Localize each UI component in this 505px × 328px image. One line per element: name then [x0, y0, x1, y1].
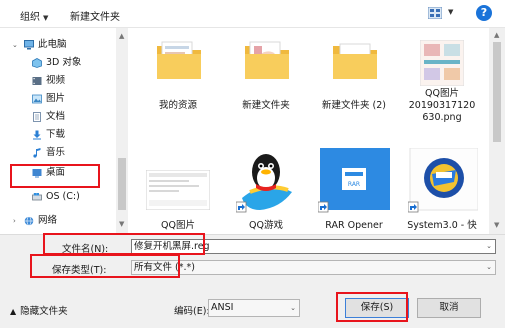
file-item-folder[interactable]: 新建文件夹: [224, 38, 308, 128]
new-folder-button[interactable]: 新建文件夹: [70, 8, 120, 23]
nav-item-music[interactable]: 音乐: [0, 144, 116, 162]
nav-item-os-drive[interactable]: OS (C:): [0, 188, 116, 206]
file-list-scrollbar[interactable]: ▲ ▼: [489, 28, 505, 234]
download-icon: [33, 130, 41, 140]
command-toolbar: 组织 ▼ 新建文件夹 ▼ ?: [0, 0, 505, 28]
nav-item-3d-objects[interactable]: 3D 对象: [0, 54, 116, 72]
file-name: 新建文件夹: [242, 100, 290, 111]
chevron-down-icon[interactable]: ⌄: [290, 300, 296, 316]
file-name: 新建文件夹 (2): [322, 100, 386, 111]
scroll-up-arrow-icon[interactable]: ▲: [119, 32, 124, 40]
encoding-select[interactable]: ANSI ⌄: [208, 299, 300, 317]
chevron-down-icon[interactable]: ⌄: [12, 36, 18, 54]
file-name-line: 20190317120: [408, 100, 476, 111]
nav-scrollbar[interactable]: ▲ ▼: [116, 28, 128, 234]
nav-item-documents[interactable]: 文档: [0, 108, 116, 126]
nav-label: 下载: [46, 129, 66, 140]
file-name: QQ图片: [161, 220, 195, 231]
nav-item-this-pc[interactable]: ⌄ 此电脑: [0, 36, 116, 54]
encoding-label: 编码(E):: [174, 306, 210, 317]
organize-menu[interactable]: 组织 ▼: [20, 8, 48, 23]
file-item-shortcut[interactable]: System3.0 - 快: [400, 148, 484, 234]
network-icon: [24, 216, 34, 226]
scroll-down-arrow-icon[interactable]: ▼: [119, 220, 124, 228]
navigation-pane: ⌄ 此电脑 3D 对象 视频 图片 文档 下载 音乐 桌面 OS (C:) › …: [0, 28, 128, 234]
nav-label: 此电脑: [38, 39, 67, 50]
file-list: 我的资源 新建文件夹 新建文件夹 (2) QQ图片 20190317120 63…: [128, 28, 489, 234]
file-item-folder[interactable]: 新建文件夹 (2): [312, 38, 396, 128]
scroll-up-arrow-icon[interactable]: ▲: [494, 31, 499, 39]
file-item-shortcut[interactable]: QQ游戏: [224, 148, 308, 234]
nav-label: 音乐: [46, 147, 66, 158]
folder-icon: [333, 43, 377, 79]
help-button[interactable]: ?: [476, 5, 492, 21]
save-highlight-box: [336, 292, 408, 322]
file-name-line: 630.png: [422, 112, 462, 123]
chevron-down-icon[interactable]: ⌄: [486, 240, 492, 253]
nav-label: 网络: [38, 215, 58, 226]
image-thumbnail-icon: [420, 40, 464, 86]
nav-label: OS (C:): [46, 191, 80, 202]
nav-scroll-thumb[interactable]: [118, 158, 126, 210]
svg-text:RAR: RAR: [348, 181, 360, 188]
qq-game-penguin-icon: [236, 154, 292, 213]
nav-label: 图片: [46, 93, 66, 104]
file-item-folder[interactable]: 我的资源: [136, 38, 220, 128]
chevron-right-icon[interactable]: ›: [13, 212, 16, 230]
chevron-down-icon: ▼: [43, 14, 49, 22]
file-item-shortcut[interactable]: RAR RAR Opener: [312, 148, 396, 234]
file-name: RAR Opener: [325, 220, 383, 231]
filetype-select[interactable]: 所有文件 (*.*) ⌄: [131, 260, 496, 275]
nav-item-downloads[interactable]: 下载: [0, 126, 116, 144]
file-name: 我的资源: [158, 100, 197, 111]
file-list-scroll-thumb[interactable]: [493, 42, 501, 142]
rar-opener-icon: RAR: [318, 148, 390, 213]
computer-icon: [24, 40, 34, 50]
system-app-icon: [408, 148, 478, 213]
screenshot-thumbnail-icon: [146, 170, 210, 210]
folder-icon: [245, 41, 289, 79]
drive-icon: [32, 193, 42, 201]
view-chevron-down-icon[interactable]: ▼: [448, 8, 453, 16]
music-icon: [33, 148, 41, 158]
scroll-down-arrow-icon[interactable]: ▼: [494, 221, 499, 229]
cube-icon: [32, 58, 42, 68]
picture-icon: [32, 94, 42, 104]
folder-icon: [157, 41, 201, 79]
chevron-down-icon[interactable]: ⌄: [486, 261, 492, 274]
nav-item-videos[interactable]: 视频: [0, 72, 116, 90]
file-name: QQ游戏: [249, 220, 283, 231]
nav-label: 3D 对象: [46, 57, 82, 68]
document-icon: [33, 112, 41, 122]
file-name-line: QQ图片: [425, 88, 459, 99]
hide-folders-toggle[interactable]: ▲ 隐藏文件夹: [10, 303, 68, 317]
file-name: System3.0 - 快: [407, 220, 477, 231]
cancel-button[interactable]: 取消: [417, 298, 481, 318]
nav-item-network[interactable]: › 网络: [0, 212, 116, 230]
file-item-screenshot[interactable]: QQ图片: [136, 148, 220, 234]
nav-label: 视频: [46, 75, 66, 86]
desktop-highlight-box: [10, 164, 100, 188]
file-item-image[interactable]: QQ图片 20190317120 630.png: [400, 38, 484, 148]
nav-item-pictures[interactable]: 图片: [0, 90, 116, 108]
video-icon: [32, 77, 42, 85]
filetype-highlight-box: [30, 254, 180, 278]
hide-folders-label: 隐藏文件夹: [20, 306, 68, 317]
view-options-icon[interactable]: [428, 7, 442, 19]
encoding-value: ANSI: [211, 302, 234, 313]
organize-label: 组织: [20, 12, 40, 23]
nav-label: 文档: [46, 111, 66, 122]
chevron-up-icon: ▲: [10, 307, 17, 316]
filename-highlight-box: [43, 233, 205, 255]
